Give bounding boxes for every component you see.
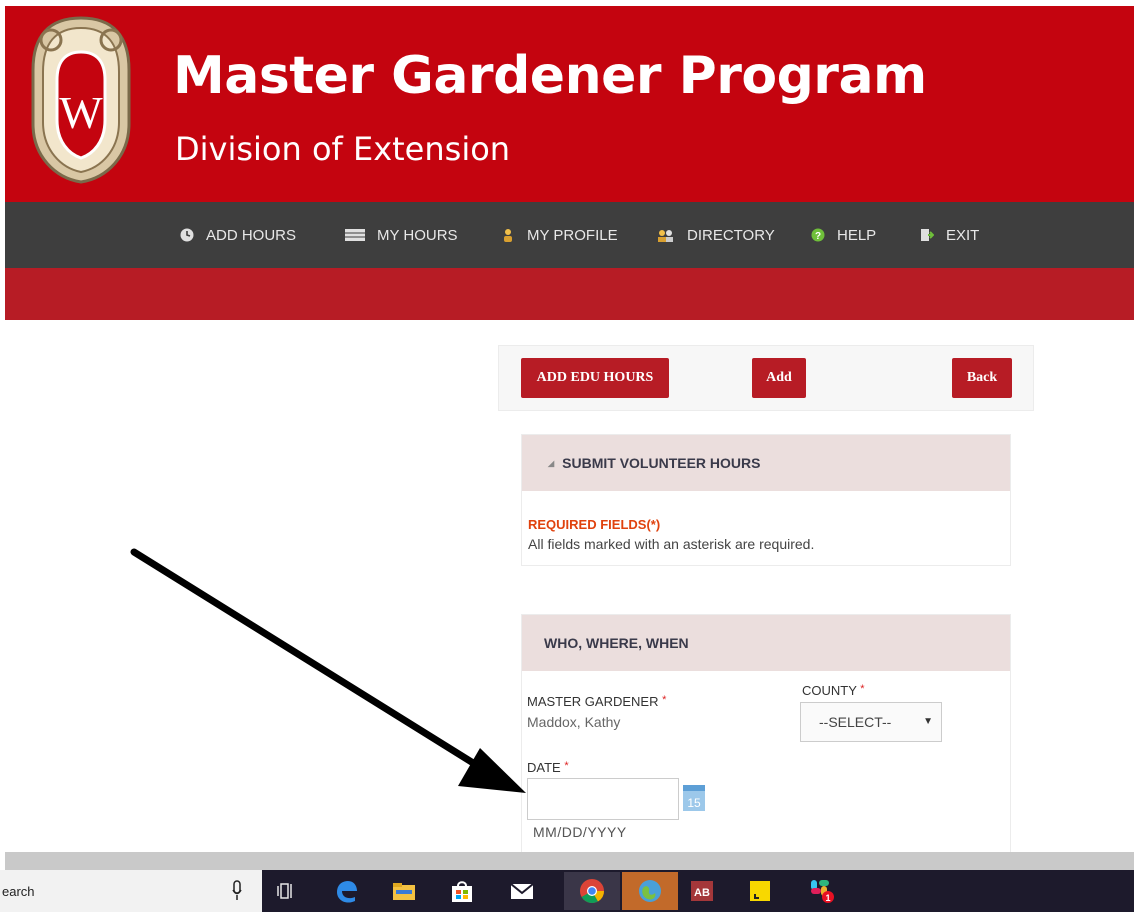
- submit-volunteer-hours-panel: ◢ SUBMIT VOLUNTEER HOURS REQUIRED FIELDS…: [521, 434, 1011, 566]
- back-button[interactable]: Back: [952, 358, 1012, 398]
- edge-icon[interactable]: [330, 876, 362, 906]
- uw-crest-logo: W: [31, 16, 131, 184]
- site-title: Master Gardener Program: [173, 46, 927, 106]
- task-view-icon[interactable]: [270, 876, 302, 906]
- panel-header: WHO, WHERE, WHEN: [522, 615, 1010, 671]
- add-edu-hours-button[interactable]: ADD EDU HOURS: [521, 358, 669, 398]
- site-subtitle: Division of Extension: [175, 130, 511, 168]
- notification-badge: 1: [825, 893, 830, 903]
- nav-item-exit[interactable]: EXIT: [920, 202, 979, 268]
- panel-header[interactable]: ◢ SUBMIT VOLUNTEER HOURS: [522, 435, 1010, 491]
- help-icon: ?: [811, 228, 825, 242]
- sticky-notes-icon[interactable]: [744, 876, 776, 906]
- page: W Master Gardener Program Division of Ex…: [0, 0, 1134, 912]
- master-gardener-label: MASTER GARDENER *: [527, 694, 667, 709]
- calendar-icon[interactable]: 15: [682, 782, 706, 812]
- nav-item-my-hours[interactable]: MY HOURS: [345, 202, 458, 268]
- exit-icon: [921, 229, 934, 241]
- taskbar-search-box[interactable]: [0, 870, 262, 912]
- nav-label: ADD HOURS: [206, 226, 297, 244]
- person-icon: [504, 229, 512, 242]
- store-icon[interactable]: [446, 876, 478, 906]
- people-icon: [658, 230, 673, 242]
- microphone-icon[interactable]: [232, 880, 242, 902]
- nav-item-my-profile[interactable]: MY PROFILE: [501, 202, 618, 268]
- county-select[interactable]: --SELECT-- ▼: [800, 702, 942, 742]
- file-explorer-icon[interactable]: [388, 876, 420, 906]
- site-header: W Master Gardener Program Division of Ex…: [5, 6, 1134, 202]
- clock-icon: [180, 228, 194, 242]
- browser-icon[interactable]: [622, 872, 678, 910]
- chrome-icon[interactable]: [564, 872, 620, 910]
- required-fields-text: All fields marked with an asterisk are r…: [528, 536, 815, 552]
- action-toolbar: ADD EDU HOURS Add Back: [498, 345, 1034, 411]
- add-button[interactable]: Add: [752, 358, 806, 398]
- nav-label: MY PROFILE: [527, 226, 618, 244]
- panel-title: SUBMIT VOLUNTEER HOURS: [562, 455, 761, 471]
- nav-label: EXIT: [946, 226, 980, 244]
- svg-text:?: ?: [815, 231, 821, 242]
- date-input[interactable]: [527, 778, 679, 820]
- main-nav: ADD HOURS MY HOURS MY PROFILE DIRECTORY …: [5, 202, 1134, 268]
- mail-icon[interactable]: [506, 876, 538, 906]
- nav-item-help[interactable]: ? HELP: [811, 202, 876, 268]
- nav-label: MY HOURS: [377, 226, 458, 244]
- header-accent-bar: [5, 268, 1134, 320]
- nav-label: DIRECTORY: [687, 226, 775, 244]
- svg-text:AB: AB: [694, 887, 710, 899]
- date-format-hint: MM/DD/YYYY: [533, 824, 627, 840]
- access-icon[interactable]: AB: [686, 876, 718, 906]
- collapse-arrow-icon[interactable]: ◢: [548, 459, 554, 468]
- table-icon: [345, 229, 365, 241]
- required-fields-title: REQUIRED FIELDS(*): [528, 517, 661, 532]
- nav-item-directory[interactable]: DIRECTORY: [657, 202, 775, 268]
- crest-letter: W: [59, 87, 103, 138]
- date-label: DATE *: [527, 760, 569, 775]
- county-selected-value: --SELECT--: [819, 714, 892, 730]
- chevron-down-icon: ▼: [923, 716, 933, 727]
- master-gardener-value: Maddox, Kathy: [527, 714, 621, 730]
- taskbar-search-text: earch: [2, 884, 35, 899]
- nav-label: HELP: [837, 226, 877, 244]
- window-bottom-edge: [5, 852, 1134, 870]
- slack-icon[interactable]: 1: [806, 876, 838, 906]
- county-label: COUNTY *: [802, 683, 865, 698]
- panel-title: WHO, WHERE, WHEN: [544, 635, 689, 651]
- nav-item-add-hours[interactable]: ADD HOURS: [180, 202, 296, 268]
- calendar-day: 15: [687, 796, 701, 810]
